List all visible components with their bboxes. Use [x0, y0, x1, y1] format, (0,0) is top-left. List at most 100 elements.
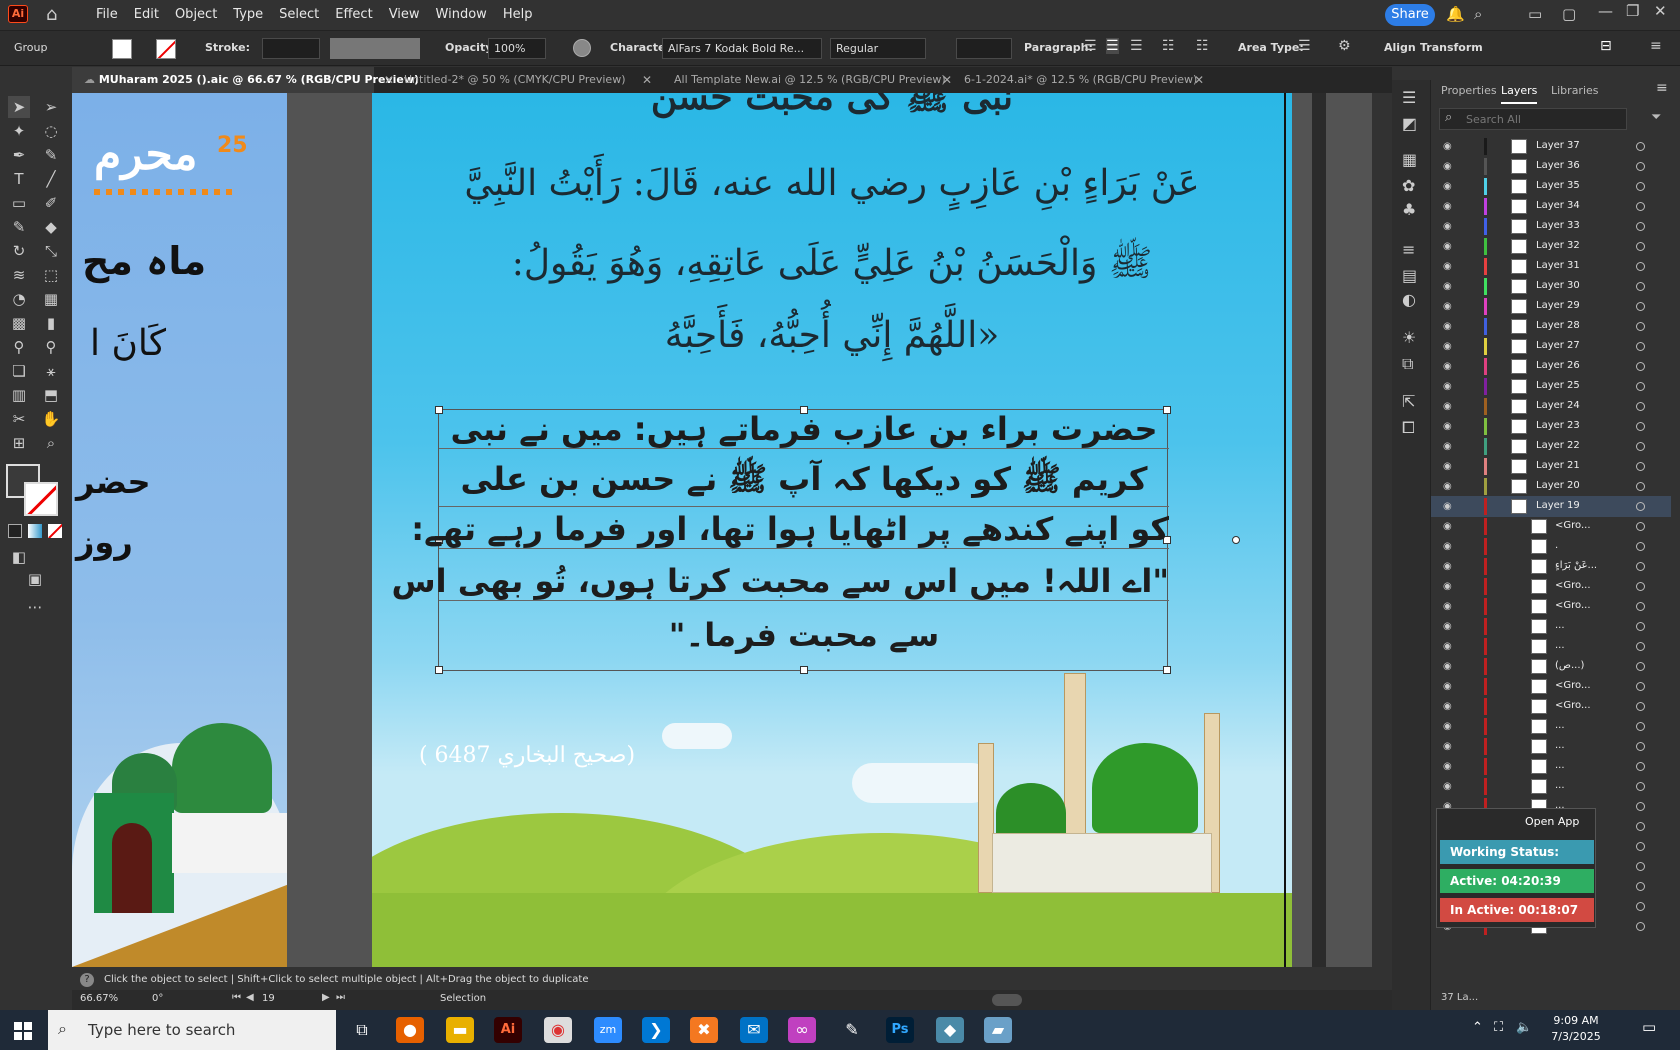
magic-wand-icon[interactable]: ✦ — [8, 120, 30, 142]
sublayer-row[interactable]: ◉... — [1431, 716, 1671, 737]
volume-icon[interactable]: 🔈 — [1516, 1020, 1532, 1035]
menu-select[interactable]: Select — [279, 7, 319, 22]
selected-text-frame[interactable]: حضرت براء بن عازب فرماتے ہیں: میں نے نبی… — [391, 406, 1171, 674]
symbol-sprayer-icon[interactable]: ⚹ — [40, 360, 62, 382]
direct-selection-tool-icon[interactable]: ➢ — [40, 96, 62, 118]
blend-tool-icon[interactable]: ❏ — [8, 360, 30, 382]
next-artboard-icon[interactable]: ▶ — [322, 992, 330, 1003]
target-circle-icon[interactable] — [1636, 162, 1645, 171]
scale-tool-icon[interactable]: ⤡ — [40, 240, 62, 262]
visibility-eye-icon[interactable]: ◉ — [1443, 761, 1452, 772]
visibility-eye-icon[interactable]: ◉ — [1443, 641, 1452, 652]
curvature-tool-icon[interactable]: ✎ — [40, 144, 62, 166]
visibility-eye-icon[interactable]: ◉ — [1443, 661, 1452, 672]
artboard-tool-icon[interactable]: ⬒ — [40, 384, 62, 406]
rectangle-tool-icon[interactable]: ▭ — [8, 192, 30, 214]
pen-app-icon[interactable]: ✎ — [838, 1017, 866, 1043]
swatches-icon[interactable]: ▦ — [1402, 150, 1417, 169]
layer-row[interactable]: ◉ Layer 27 — [1431, 336, 1671, 357]
menu-effect[interactable]: Effect — [335, 7, 372, 22]
visibility-eye-icon[interactable]: ◉ — [1443, 701, 1452, 712]
align-center-icon[interactable]: ☰ — [1106, 38, 1119, 54]
none-mode-icon[interactable] — [48, 524, 62, 538]
sublayer-row[interactable]: ◉... — [1431, 636, 1671, 657]
visibility-eye-icon[interactable]: ◉ — [1443, 241, 1452, 252]
visibility-eye-icon[interactable]: ◉ — [1443, 401, 1452, 412]
sublayer-row[interactable]: ◉ (ص...) — [1431, 656, 1671, 677]
network-icon[interactable]: ⛶ — [1494, 1020, 1503, 1035]
align-right-icon[interactable]: ☰ — [1130, 38, 1143, 54]
fill-swatch[interactable] — [112, 39, 132, 59]
filter-icon[interactable]: ⏷ — [1651, 110, 1661, 125]
minimize-icon[interactable]: — — [1598, 2, 1613, 20]
stroke-swatch[interactable] — [156, 39, 176, 59]
tab-untitled-2[interactable]: Untitled-2* @ 50 % (CMYK/CPU Preview) — [392, 67, 702, 93]
visibility-eye-icon[interactable]: ◉ — [1443, 441, 1452, 452]
share-button[interactable]: Share — [1385, 4, 1435, 26]
stroke-icon[interactable]: ≡ — [1402, 240, 1415, 259]
target-circle-icon[interactable] — [1636, 422, 1645, 431]
layer-row[interactable]: ◉ Layer 26 — [1431, 356, 1671, 377]
print-tiling-icon[interactable]: ⊞ — [8, 432, 30, 454]
target-circle-icon[interactable] — [1636, 462, 1645, 471]
prev-artboard-icon[interactable]: ◀ — [246, 992, 254, 1003]
free-transform-icon[interactable]: ⬚ — [40, 264, 62, 286]
graph-tool-icon[interactable]: ▥ — [8, 384, 30, 406]
zoom-tool-icon[interactable]: ⌕ — [40, 432, 62, 454]
appearance-icon[interactable]: ☀ — [1402, 328, 1416, 347]
target-circle-icon[interactable] — [1636, 602, 1645, 611]
target-circle-icon[interactable] — [1636, 582, 1645, 591]
sublayer-row[interactable]: ◉ <Gro... — [1431, 576, 1671, 597]
sublayer-row[interactable]: ◉... — [1431, 736, 1671, 757]
target-circle-icon[interactable] — [1636, 682, 1645, 691]
sublayer-row[interactable]: ◉... — [1431, 616, 1671, 637]
menu-edit[interactable]: Edit — [134, 7, 159, 22]
target-circle-icon[interactable] — [1636, 782, 1645, 791]
visibility-eye-icon[interactable]: ◉ — [1443, 201, 1452, 212]
panel-options-icon[interactable]: ⊟ — [1600, 38, 1612, 54]
visibility-eye-icon[interactable]: ◉ — [1443, 321, 1452, 332]
sublayer-row[interactable]: ◉ <Gro... — [1431, 676, 1671, 697]
layer-row[interactable]: ◉ Layer 21 — [1431, 456, 1671, 477]
handle-bottom-left[interactable] — [435, 666, 443, 674]
sublayer-row[interactable]: ◉... — [1431, 776, 1671, 797]
text-frame-icon[interactable]: ☰ — [1298, 38, 1311, 54]
mesh-tool-icon[interactable]: ▩ — [8, 312, 30, 334]
creative-cloud-icon[interactable]: ∞ — [788, 1017, 816, 1043]
target-circle-icon[interactable] — [1636, 522, 1645, 531]
windows-start-icon[interactable] — [14, 1022, 32, 1040]
clock-time[interactable]: 9:09 AM — [1546, 1014, 1606, 1027]
paintbrush-icon[interactable]: ✐ — [40, 192, 62, 214]
numbered-list-icon[interactable]: ☷ — [1196, 38, 1209, 54]
target-circle-icon[interactable] — [1636, 922, 1645, 931]
gradient-tool-icon[interactable]: ▮ — [40, 312, 62, 334]
layer-row[interactable]: ◉ Layer 29 — [1431, 296, 1671, 317]
align-link[interactable]: Align — [1384, 41, 1416, 54]
bullets-icon[interactable]: ☷ — [1162, 38, 1175, 54]
target-circle-icon[interactable] — [1636, 642, 1645, 651]
visibility-eye-icon[interactable]: ◉ — [1443, 341, 1452, 352]
menu-icon[interactable]: ≡ — [1650, 38, 1662, 54]
font-family-field[interactable]: AlFars 7 Kodak Bold Re... — [662, 38, 822, 59]
menu-file[interactable]: File — [96, 7, 118, 22]
export-icon[interactable]: ⇱ — [1402, 392, 1415, 411]
visibility-eye-icon[interactable]: ◉ — [1443, 421, 1452, 432]
layer-row[interactable]: ◉ Layer 33 — [1431, 216, 1671, 237]
search-icon[interactable]: ⌕ — [1474, 5, 1482, 23]
rotate-tool-icon[interactable]: ↻ — [8, 240, 30, 262]
stroke-weight-field[interactable] — [262, 38, 320, 59]
visibility-eye-icon[interactable]: ◉ — [1443, 281, 1452, 292]
layer-row[interactable]: ◉ Layer 34 — [1431, 196, 1671, 217]
canvas-area[interactable]: محرم 25 ماہ مح كَانَ ا حضر روز نبی ﷺ کی … — [72, 93, 1372, 967]
layer-row[interactable]: ◉ Layer 31 — [1431, 256, 1671, 277]
draw-mode-icon[interactable]: ◧ — [8, 546, 30, 568]
rotate-handle[interactable] — [1232, 536, 1240, 544]
task-view-icon[interactable]: ⧉ — [348, 1017, 376, 1043]
target-circle-icon[interactable] — [1636, 662, 1645, 671]
visibility-eye-icon[interactable]: ◉ — [1443, 481, 1452, 492]
layer-row[interactable]: ◉ Layer 30 — [1431, 276, 1671, 297]
layer-row[interactable]: ◉ Layer 35 — [1431, 176, 1671, 197]
bell-icon[interactable]: 🔔 — [1446, 5, 1465, 23]
target-circle-icon[interactable] — [1636, 622, 1645, 631]
target-circle-icon[interactable] — [1636, 842, 1645, 851]
